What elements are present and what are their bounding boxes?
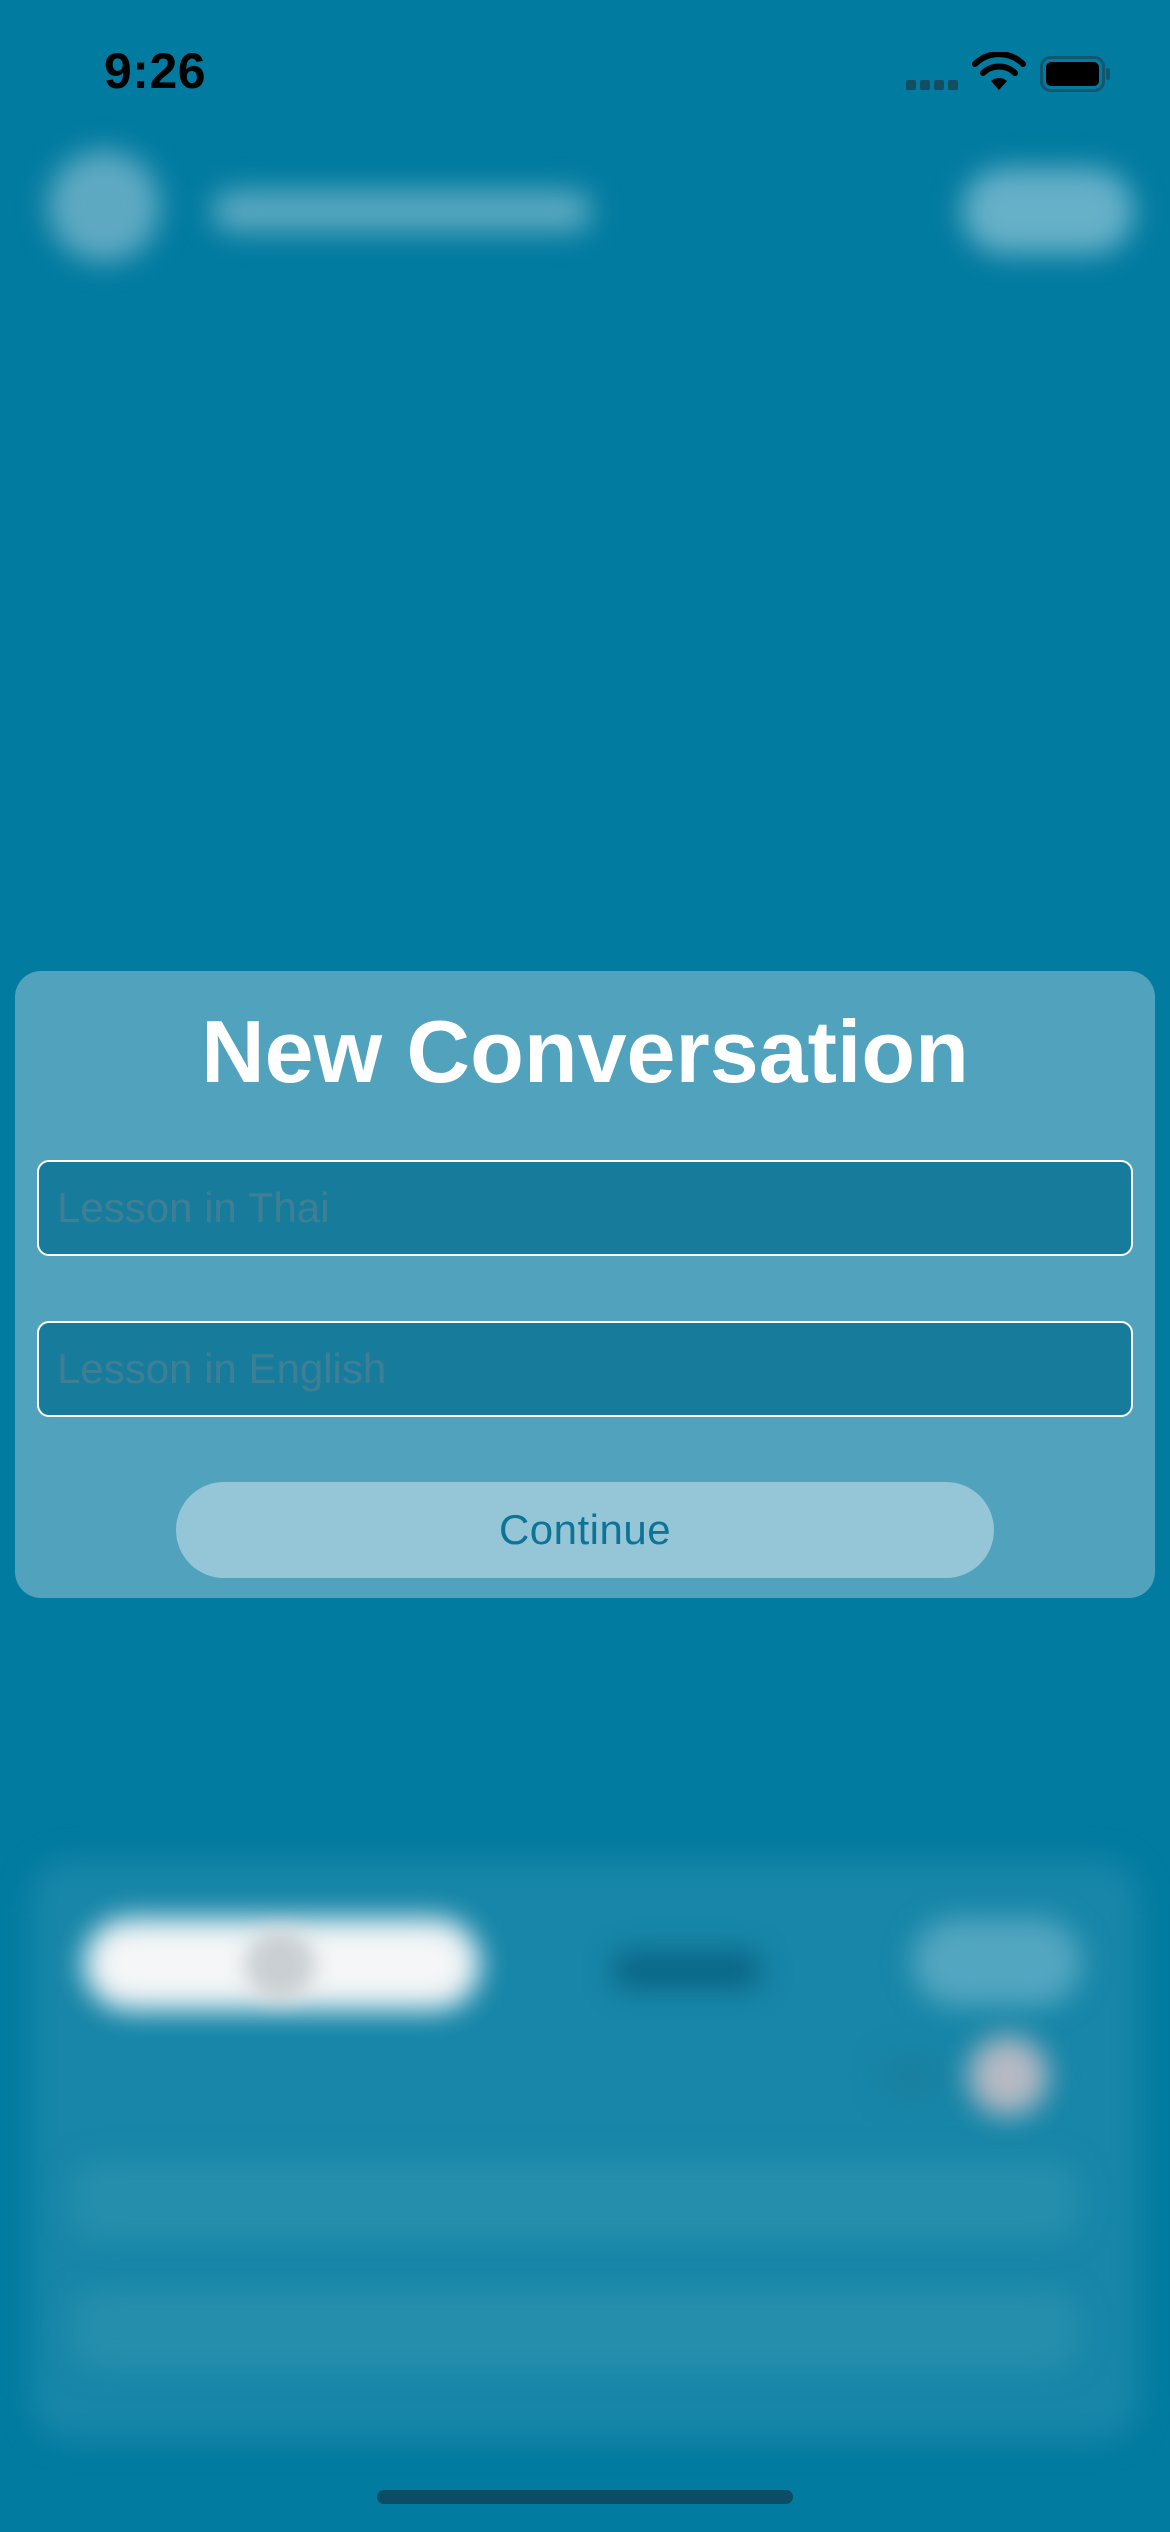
- background-label: [612, 1952, 762, 1988]
- wifi-icon: [972, 52, 1026, 90]
- dialog-title: New Conversation: [201, 1002, 969, 1101]
- background-pill-knob: [245, 1930, 315, 2000]
- new-conversation-dialog: New Conversation Continue: [15, 971, 1155, 1598]
- background-avatar-small: [968, 2036, 1048, 2116]
- background-badge: [880, 2056, 940, 2096]
- lesson-english-input[interactable]: [37, 1321, 1133, 1417]
- cellular-signal-icon: [906, 80, 960, 92]
- background-avatar: [48, 150, 160, 262]
- background-header-button: [962, 168, 1134, 254]
- background-row: [70, 2160, 1080, 2240]
- lesson-thai-input[interactable]: [37, 1160, 1133, 1256]
- background-row: [70, 2290, 1080, 2370]
- status-time: 9:26: [104, 43, 207, 99]
- background-button: [912, 1918, 1082, 2006]
- battery-icon: [1040, 56, 1110, 92]
- home-indicator[interactable]: [377, 2490, 793, 2504]
- status-bar: 9:26: [0, 0, 1170, 140]
- background-title: [212, 190, 592, 232]
- continue-button[interactable]: Continue: [176, 1482, 994, 1578]
